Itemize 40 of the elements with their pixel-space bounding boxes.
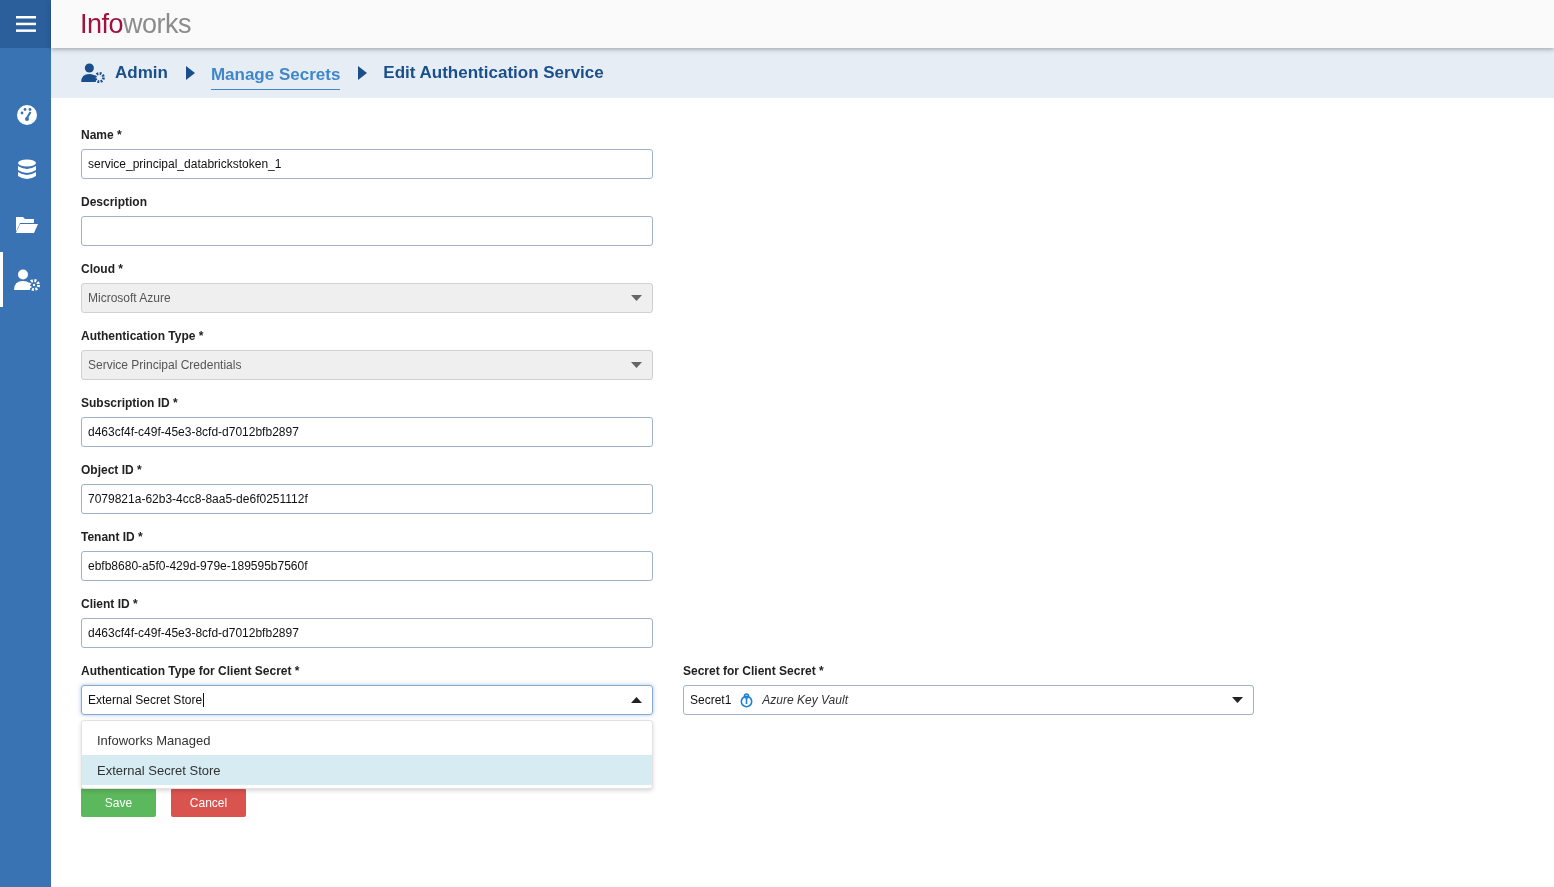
text-input[interactable]: d463cf4f-c49f-45e3-8cfd-d7012bfb2897	[81, 417, 653, 447]
key-icon	[740, 692, 754, 708]
field-label: Authentication Type for Client Secret *	[81, 664, 301, 678]
folder-icon	[15, 214, 39, 235]
infoworks-logo: Infoworks	[80, 8, 192, 40]
caret-down-icon	[631, 295, 642, 301]
text-input[interactable]: service_principal_databrickstoken_1	[81, 149, 653, 179]
user-gear-icon	[14, 268, 40, 291]
caret-up-icon	[631, 697, 642, 703]
field-label: Subscription ID *	[81, 396, 179, 410]
combo-box[interactable]: External Secret Store	[81, 685, 653, 715]
field-label: Name *	[81, 128, 123, 142]
page-title: Edit Authentication Service	[383, 63, 604, 83]
text-input[interactable]: 7079821a-62b3-4cc8-8aa5-de6f0251112f	[81, 484, 653, 514]
breadcrumb-link[interactable]: Admin	[115, 63, 168, 83]
caret-down-icon	[1232, 697, 1243, 703]
field-label: Description	[81, 195, 148, 209]
gauge-icon	[16, 103, 38, 126]
user-gear-icon	[81, 63, 105, 83]
database-icon	[17, 158, 37, 181]
field-label: Client ID *	[81, 597, 139, 611]
caret-down-icon	[631, 362, 642, 368]
cancel-button[interactable]: Cancel	[171, 788, 246, 817]
select-dropdown[interactable]: Secret1 Azure Key Vault	[683, 685, 1254, 715]
text-input[interactable]: d463cf4f-c49f-45e3-8cfd-d7012bfb2897	[81, 618, 653, 648]
field-label: Tenant ID *	[81, 530, 144, 544]
menu-icon	[15, 15, 36, 33]
text-input[interactable]	[81, 216, 653, 246]
field-label: Object ID *	[81, 463, 143, 477]
chevron-icon	[185, 66, 195, 80]
secret-store-name: Azure Key Vault	[762, 693, 848, 707]
chevron-icon	[358, 66, 368, 80]
field-label: Secret for Client Secret *	[683, 664, 825, 678]
field-label: Cloud *	[81, 262, 124, 276]
dropdown-option[interactable]: Infoworks Managed	[82, 725, 652, 755]
field-label: Authentication Type *	[81, 329, 205, 343]
dropdown-option[interactable]: External Secret Store	[82, 755, 652, 785]
secret-name: Secret1	[690, 693, 732, 707]
text-input[interactable]: ebfb8680-a5f0-429d-979e-189595b7560f	[81, 551, 653, 581]
menu-button[interactable]	[0, 0, 51, 48]
